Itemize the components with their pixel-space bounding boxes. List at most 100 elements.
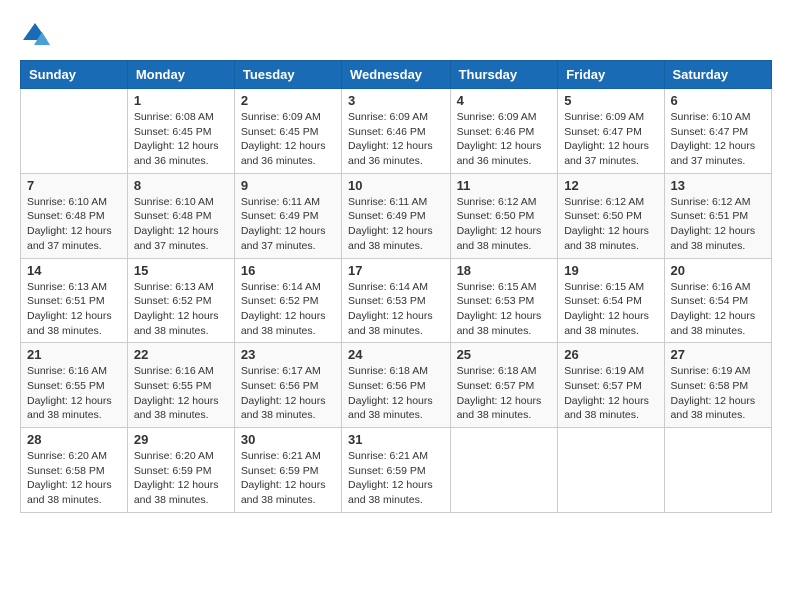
- day-number: 19: [564, 263, 657, 278]
- day-info: Sunrise: 6:12 AM Sunset: 6:51 PM Dayligh…: [671, 195, 765, 254]
- calendar-cell: [558, 428, 664, 513]
- day-number: 12: [564, 178, 657, 193]
- calendar-cell: 22Sunrise: 6:16 AM Sunset: 6:55 PM Dayli…: [127, 343, 234, 428]
- day-number: 18: [457, 263, 552, 278]
- calendar-cell: 15 Sunrise: 6:13 AM Sunset: 6:52 PM Dayli…: [127, 258, 234, 343]
- day-info: Sunrise: 6:09 AM Sunset: 6:46 PM Dayligh…: [457, 110, 552, 169]
- calendar-cell: 3Sunrise: 6:09 AM Sunset: 6:46 PM Daylig…: [342, 89, 451, 174]
- day-info: Sunrise: 6:10 AM Sunset: 6:47 PM Dayligh…: [671, 110, 765, 169]
- day-number: 20: [671, 263, 765, 278]
- day-number: 21: [27, 347, 121, 362]
- calendar-cell: 23 Sunrise: 6:17 AM Sunset: 6:56 PM Dayli…: [234, 343, 341, 428]
- day-number: 3: [348, 93, 444, 108]
- calendar-cell: 8 Sunrise: 6:10 AM Sunset: 6:48 PM Daylig…: [127, 173, 234, 258]
- calendar-cell: [664, 428, 771, 513]
- day-number: 11: [457, 178, 552, 193]
- day-info: Sunrise: 6:08 AM Sunset: 6:45 PM Dayligh…: [134, 110, 228, 169]
- day-info: Sunrise: 6:11 AM Sunset: 6:49 PM Dayligh…: [241, 195, 335, 254]
- calendar-cell: 6 Sunrise: 6:10 AM Sunset: 6:47 PM Daylig…: [664, 89, 771, 174]
- day-number: 27: [671, 347, 765, 362]
- day-number: 28: [27, 432, 121, 447]
- day-number: 5: [564, 93, 657, 108]
- day-number: 23: [241, 347, 335, 362]
- day-info: Sunrise: 6:16 AM Sunset: 6:54 PM Dayligh…: [671, 280, 765, 339]
- day-number: 31: [348, 432, 444, 447]
- day-info: Sunrise: 6:15 AM Sunset: 6:53 PM Dayligh…: [457, 280, 552, 339]
- day-number: 9: [241, 178, 335, 193]
- calendar-cell: 7Sunrise: 6:10 AM Sunset: 6:48 PM Daylig…: [21, 173, 128, 258]
- calendar-cell: 27 Sunrise: 6:19 AM Sunset: 6:58 PM Dayli…: [664, 343, 771, 428]
- day-info: Sunrise: 6:16 AM Sunset: 6:55 PM Dayligh…: [27, 364, 121, 423]
- weekday-header-row: SundayMondayTuesdayWednesdayThursdayFrid…: [21, 61, 772, 89]
- day-number: 13: [671, 178, 765, 193]
- calendar-cell: 31 Sunrise: 6:21 AM Sunset: 6:59 PM Dayli…: [342, 428, 451, 513]
- day-number: 6: [671, 93, 765, 108]
- calendar-cell: 17Sunrise: 6:14 AM Sunset: 6:53 PM Dayli…: [342, 258, 451, 343]
- calendar-cell: 10Sunrise: 6:11 AM Sunset: 6:49 PM Dayli…: [342, 173, 451, 258]
- calendar-cell: 24Sunrise: 6:18 AM Sunset: 6:56 PM Dayli…: [342, 343, 451, 428]
- day-info: Sunrise: 6:09 AM Sunset: 6:47 PM Dayligh…: [564, 110, 657, 169]
- calendar-cell: 21 Sunrise: 6:16 AM Sunset: 6:55 PM Dayli…: [21, 343, 128, 428]
- day-number: 26: [564, 347, 657, 362]
- day-number: 30: [241, 432, 335, 447]
- calendar-cell: 18 Sunrise: 6:15 AM Sunset: 6:53 PM Dayli…: [450, 258, 558, 343]
- calendar-week-row: 1 Sunrise: 6:08 AM Sunset: 6:45 PM Daylig…: [21, 89, 772, 174]
- calendar-week-row: 7 Sunrise: 6:10 AM Sunset: 6:48 PM Daylig…: [21, 173, 772, 258]
- day-number: 29: [134, 432, 228, 447]
- day-number: 15: [134, 263, 228, 278]
- logo: [20, 20, 56, 50]
- day-info: Sunrise: 6:19 AM Sunset: 6:58 PM Dayligh…: [671, 364, 765, 423]
- day-info: Sunrise: 6:12 AM Sunset: 6:50 PM Dayligh…: [457, 195, 552, 254]
- day-info: Sunrise: 6:18 AM Sunset: 6:57 PM Dayligh…: [457, 364, 552, 423]
- day-info: Sunrise: 6:14 AM Sunset: 6:53 PM Dayligh…: [348, 280, 444, 339]
- weekday-header: Friday: [558, 61, 664, 89]
- calendar-cell: 25 Sunrise: 6:18 AM Sunset: 6:57 PM Dayli…: [450, 343, 558, 428]
- weekday-header: Wednesday: [342, 61, 451, 89]
- calendar-cell: 13 Sunrise: 6:12 AM Sunset: 6:51 PM Dayli…: [664, 173, 771, 258]
- day-number: 4: [457, 93, 552, 108]
- calendar-cell: 26 Sunrise: 6:19 AM Sunset: 6:57 PM Dayli…: [558, 343, 664, 428]
- day-info: Sunrise: 6:16 AM Sunset: 6:55 PM Dayligh…: [134, 364, 228, 423]
- day-info: Sunrise: 6:21 AM Sunset: 6:59 PM Dayligh…: [348, 449, 444, 508]
- day-info: Sunrise: 6:20 AM Sunset: 6:58 PM Dayligh…: [27, 449, 121, 508]
- day-info: Sunrise: 6:17 AM Sunset: 6:56 PM Dayligh…: [241, 364, 335, 423]
- day-number: 1: [134, 93, 228, 108]
- day-info: Sunrise: 6:19 AM Sunset: 6:57 PM Dayligh…: [564, 364, 657, 423]
- logo-icon: [20, 20, 50, 50]
- calendar-week-row: 28 Sunrise: 6:20 AM Sunset: 6:58 PM Dayli…: [21, 428, 772, 513]
- day-info: Sunrise: 6:13 AM Sunset: 6:52 PM Dayligh…: [134, 280, 228, 339]
- day-number: 2: [241, 93, 335, 108]
- calendar-week-row: 21 Sunrise: 6:16 AM Sunset: 6:55 PM Dayli…: [21, 343, 772, 428]
- calendar-cell: 4 Sunrise: 6:09 AM Sunset: 6:46 PM Daylig…: [450, 89, 558, 174]
- weekday-header: Sunday: [21, 61, 128, 89]
- day-info: Sunrise: 6:09 AM Sunset: 6:45 PM Dayligh…: [241, 110, 335, 169]
- day-number: 8: [134, 178, 228, 193]
- day-info: Sunrise: 6:20 AM Sunset: 6:59 PM Dayligh…: [134, 449, 228, 508]
- calendar-cell: [450, 428, 558, 513]
- calendar-cell: 5 Sunrise: 6:09 AM Sunset: 6:47 PM Daylig…: [558, 89, 664, 174]
- day-number: 25: [457, 347, 552, 362]
- day-info: Sunrise: 6:11 AM Sunset: 6:49 PM Dayligh…: [348, 195, 444, 254]
- day-number: 16: [241, 263, 335, 278]
- weekday-header: Saturday: [664, 61, 771, 89]
- day-number: 24: [348, 347, 444, 362]
- calendar-cell: 19Sunrise: 6:15 AM Sunset: 6:54 PM Dayli…: [558, 258, 664, 343]
- day-info: Sunrise: 6:10 AM Sunset: 6:48 PM Dayligh…: [134, 195, 228, 254]
- weekday-header: Thursday: [450, 61, 558, 89]
- weekday-header: Monday: [127, 61, 234, 89]
- weekday-header: Tuesday: [234, 61, 341, 89]
- calendar-table: SundayMondayTuesdayWednesdayThursdayFrid…: [20, 60, 772, 513]
- day-info: Sunrise: 6:13 AM Sunset: 6:51 PM Dayligh…: [27, 280, 121, 339]
- calendar-week-row: 14Sunrise: 6:13 AM Sunset: 6:51 PM Dayli…: [21, 258, 772, 343]
- day-number: 7: [27, 178, 121, 193]
- calendar-cell: 1 Sunrise: 6:08 AM Sunset: 6:45 PM Daylig…: [127, 89, 234, 174]
- calendar-cell: 29 Sunrise: 6:20 AM Sunset: 6:59 PM Dayli…: [127, 428, 234, 513]
- calendar-cell: 30 Sunrise: 6:21 AM Sunset: 6:59 PM Dayli…: [234, 428, 341, 513]
- calendar-cell: 9 Sunrise: 6:11 AM Sunset: 6:49 PM Daylig…: [234, 173, 341, 258]
- calendar-cell: [21, 89, 128, 174]
- day-info: Sunrise: 6:21 AM Sunset: 6:59 PM Dayligh…: [241, 449, 335, 508]
- calendar-cell: 14Sunrise: 6:13 AM Sunset: 6:51 PM Dayli…: [21, 258, 128, 343]
- calendar-cell: 28 Sunrise: 6:20 AM Sunset: 6:58 PM Dayli…: [21, 428, 128, 513]
- day-info: Sunrise: 6:14 AM Sunset: 6:52 PM Dayligh…: [241, 280, 335, 339]
- calendar-cell: 11 Sunrise: 6:12 AM Sunset: 6:50 PM Dayli…: [450, 173, 558, 258]
